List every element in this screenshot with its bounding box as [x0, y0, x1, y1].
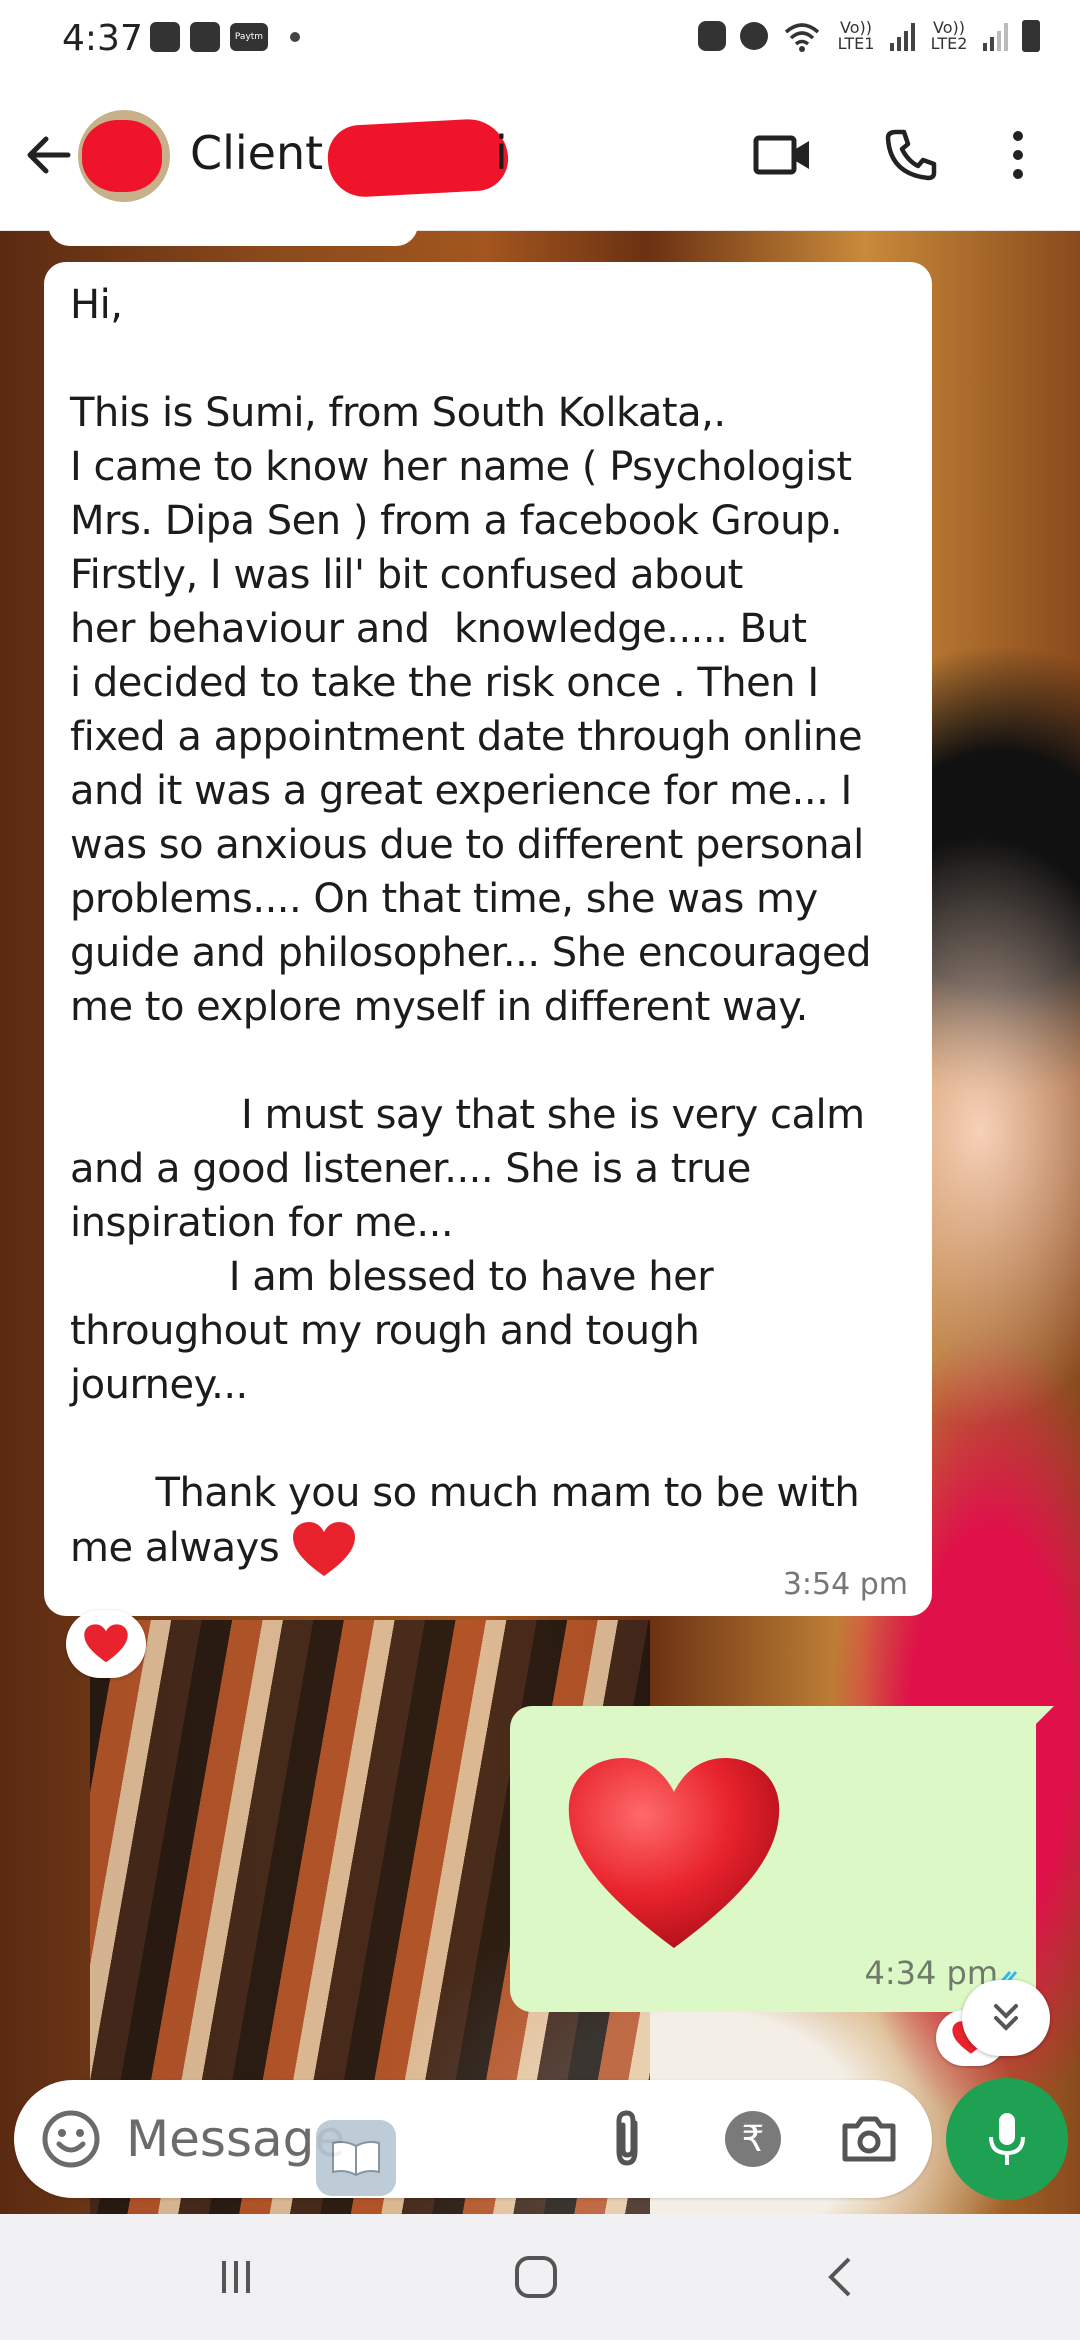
signal-bars-2-icon	[983, 21, 1008, 51]
incoming-message-bubble[interactable]: Hi, This is Sumi, from South Kolkata,. I…	[44, 262, 932, 1616]
message-composer: ₹	[14, 2080, 932, 2198]
red-heart-icon	[84, 1624, 128, 1663]
status-right: Vo)) LTE1 Vo)) LTE2	[698, 20, 1040, 52]
battery-icon	[1022, 20, 1040, 52]
status-bar: 4:37 Paytm Vo)) LTE1 Vo)) LTE2	[0, 0, 1080, 80]
redaction-mark	[326, 117, 510, 199]
microphone-icon	[989, 2113, 1025, 2165]
shopping-bag-icon	[150, 22, 180, 52]
rupee-icon: ₹	[725, 2111, 781, 2167]
sim1-label: Vo)) LTE1	[837, 18, 875, 53]
message-time: 3:54 pm	[782, 1567, 908, 1602]
system-nav-bar	[0, 2214, 1080, 2340]
paytm-label: Paytm	[234, 32, 264, 42]
facebook-icon	[190, 22, 220, 52]
alarm-icon	[740, 22, 768, 50]
more-notifications-dot-icon	[290, 32, 300, 42]
camera-icon	[842, 2116, 896, 2162]
phone-icon	[885, 129, 937, 181]
outgoing-message-bubble[interactable]: 4:34 pm	[510, 1706, 1054, 2012]
video-camera-icon	[753, 135, 809, 175]
payment-button[interactable]: ₹	[720, 2106, 786, 2172]
chevron-double-down-icon	[994, 2004, 1018, 2031]
avatar[interactable]	[78, 110, 170, 202]
recent-apps-button[interactable]	[196, 2244, 276, 2310]
emoji-button[interactable]	[38, 2106, 104, 2172]
redaction-mark	[82, 120, 162, 192]
back-button[interactable]	[20, 125, 80, 185]
notification-icons: Paytm	[150, 22, 300, 52]
data-saver-icon	[698, 21, 726, 51]
previous-message-bubble	[48, 222, 418, 246]
camera-button[interactable]	[836, 2106, 902, 2172]
paytm-icon: Paytm	[230, 23, 268, 51]
attach-button[interactable]	[594, 2106, 660, 2172]
sim2-label: Vo)) LTE2	[930, 18, 968, 53]
dictionary-overlay-icon[interactable]	[316, 2120, 396, 2196]
chevron-left-icon	[828, 2257, 851, 2297]
contact-name[interactable]: Client	[190, 126, 323, 180]
bubble-tail	[1032, 1706, 1054, 1728]
more-options-button[interactable]	[988, 120, 1048, 190]
contact-name-tail: i	[495, 126, 508, 180]
video-call-button[interactable]	[748, 120, 818, 190]
smiley-icon	[42, 2110, 100, 2168]
signal-bars-icon	[890, 21, 915, 51]
message-reaction[interactable]	[66, 1610, 146, 1678]
recents-icon	[222, 2261, 250, 2293]
message-body: Hi, This is Sumi, from South Kolkata,. I…	[70, 282, 871, 1571]
red-heart-emoji-icon	[293, 1522, 356, 1576]
arrow-left-icon	[27, 136, 71, 174]
paperclip-icon	[616, 2110, 638, 2166]
wifi-icon	[784, 23, 820, 52]
voice-call-button[interactable]	[876, 120, 946, 190]
home-button[interactable]	[496, 2244, 576, 2310]
back-nav-button[interactable]	[800, 2244, 880, 2310]
large-red-heart-icon	[568, 1757, 780, 1949]
home-icon	[515, 2256, 557, 2298]
scroll-to-bottom-button[interactable]	[962, 1980, 1050, 2056]
message-text: Hi, This is Sumi, from South Kolkata,. I…	[70, 278, 940, 1580]
status-time: 4:37	[62, 18, 143, 59]
chat-header: Client i	[0, 80, 1080, 231]
book-icon	[332, 2141, 380, 2177]
voice-message-button[interactable]	[946, 2078, 1068, 2200]
more-vertical-icon	[1013, 131, 1023, 179]
